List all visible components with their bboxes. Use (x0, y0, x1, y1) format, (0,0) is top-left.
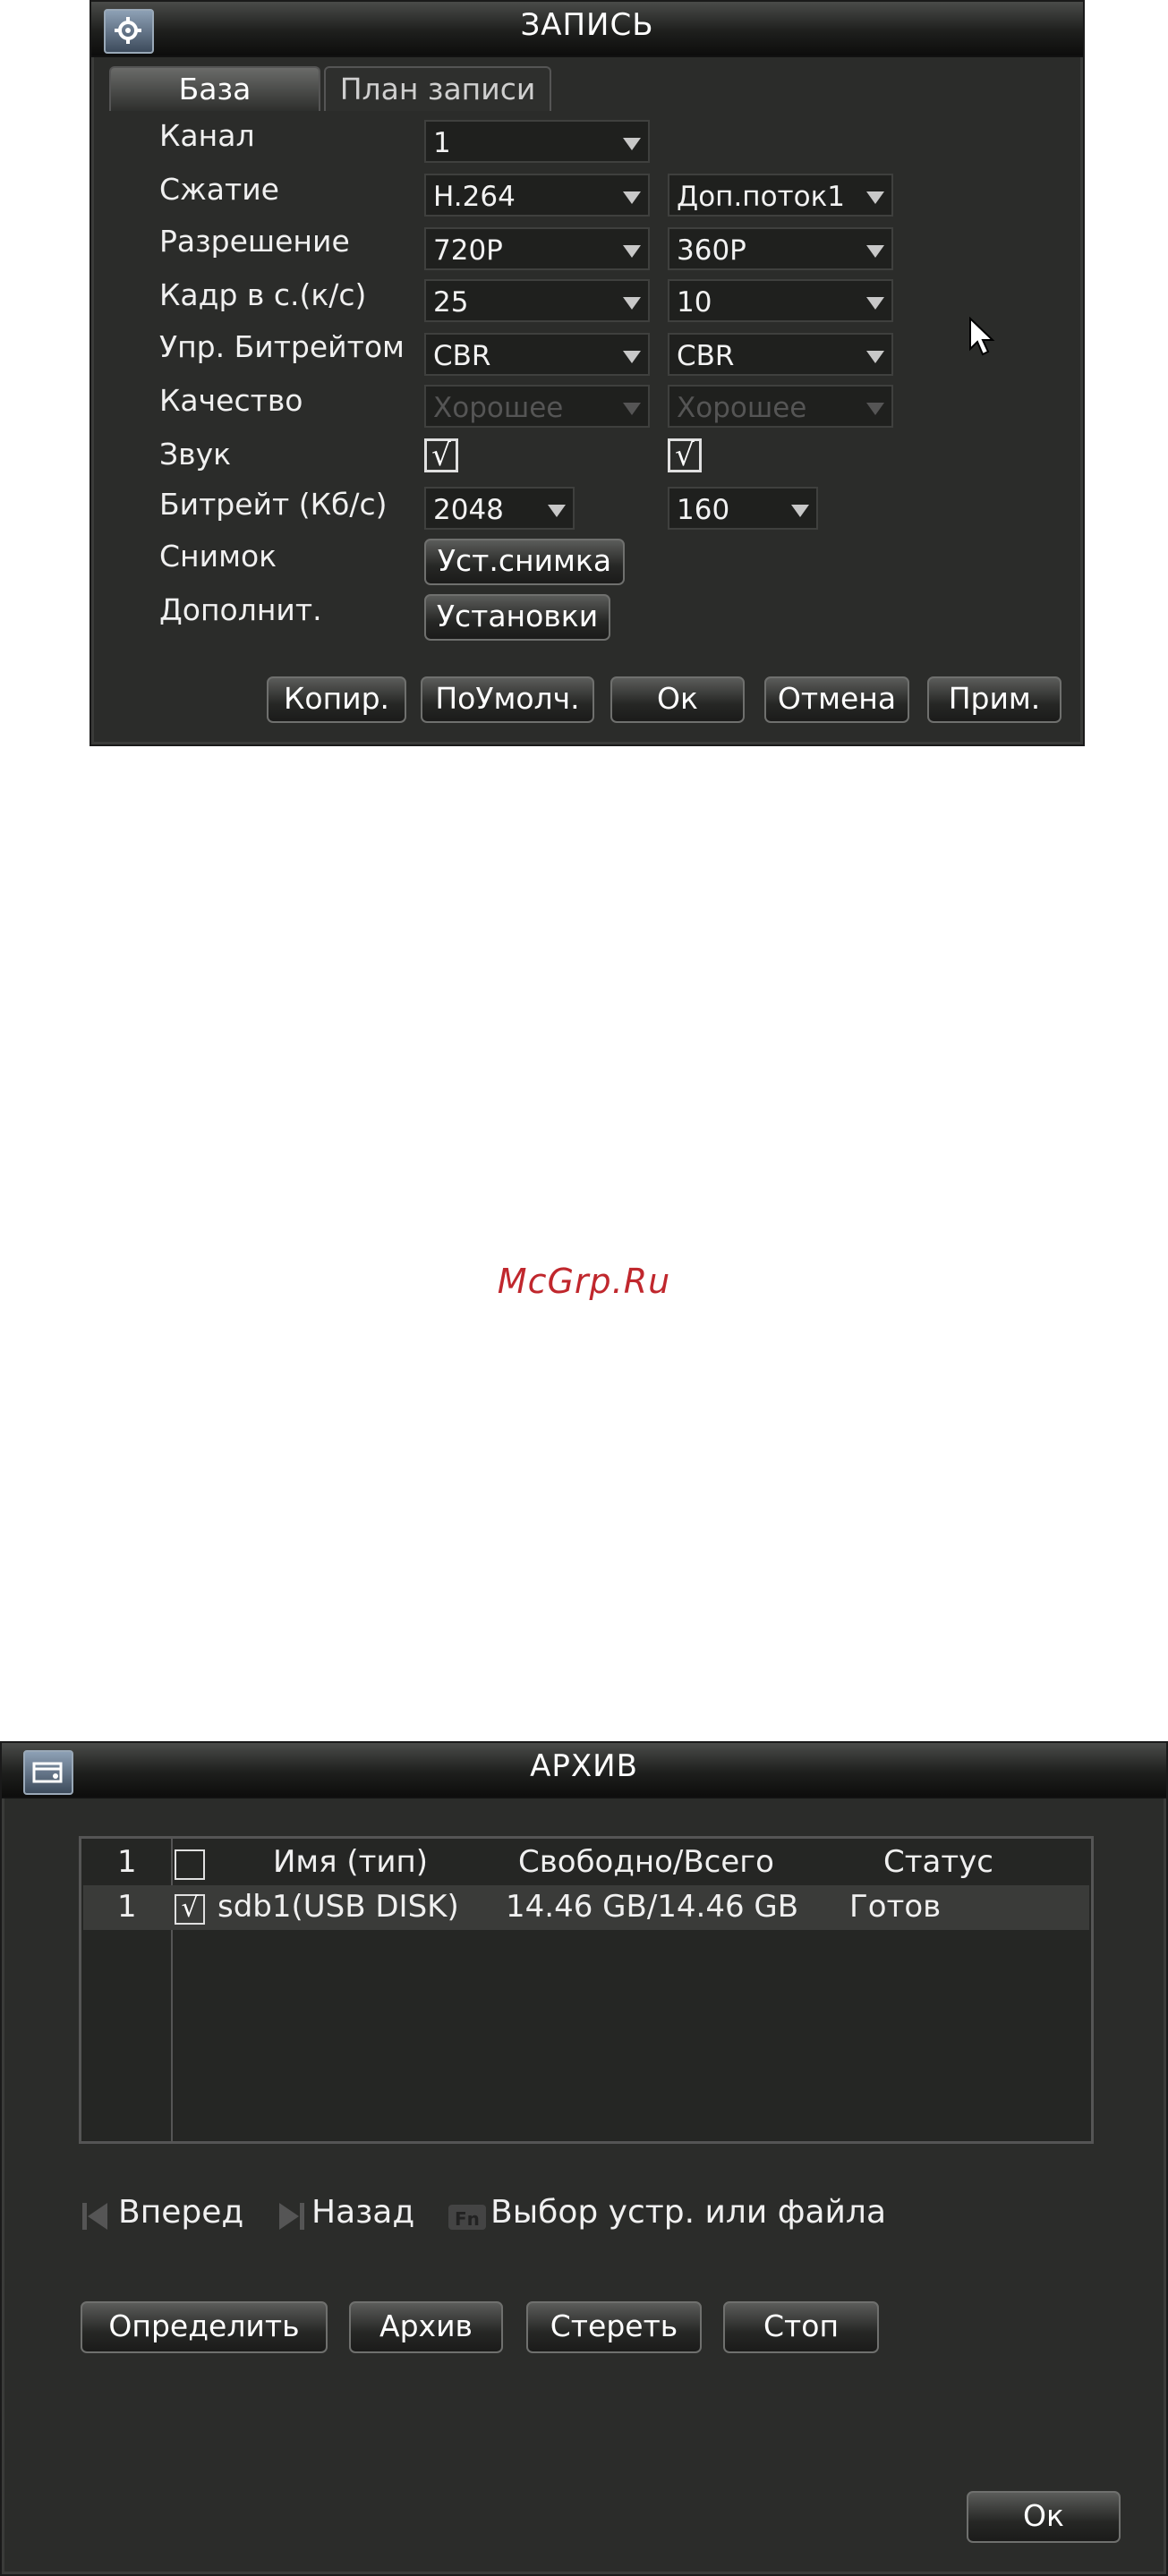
compression-main-select[interactable]: H.264 (424, 174, 650, 217)
table-row-checkbox[interactable]: √ (175, 1894, 205, 1925)
bitrate-control-extra-value: CBR (677, 340, 735, 372)
detect-button[interactable]: Определить (81, 2301, 328, 2353)
skip-forward-icon (279, 2203, 304, 2230)
resolution-main-select[interactable]: 720P (424, 227, 650, 270)
bitrate-control-label: Упр. Битрейтом (159, 329, 405, 364)
channel-value: 1 (433, 127, 451, 159)
hint-forward: Вперед (118, 2194, 244, 2231)
header-num: 1 (117, 1844, 137, 1880)
svg-text:Fn: Fn (455, 2208, 480, 2230)
compression-main-value: H.264 (433, 181, 516, 213)
fps-extra-value: 10 (677, 286, 712, 319)
bitrate-control-extra-select[interactable]: CBR (668, 333, 893, 376)
resolution-main-value: 720P (433, 234, 503, 267)
table-row-free-total: 14.46 GB/14.46 GB (506, 1889, 799, 1925)
table-column-divider (171, 1839, 173, 2141)
bitrate-extra-select[interactable]: 160 (668, 487, 818, 530)
chevron-down-icon (623, 403, 641, 415)
record-dialog-title: ЗАПИСЬ (520, 7, 654, 43)
resolution-extra-select[interactable]: 360P (668, 227, 893, 270)
ok-button[interactable]: Ок (610, 676, 745, 723)
archive-titlebar: АРХИВ (2, 1743, 1166, 1798)
compression-extra-value: Доп.поток1 (677, 181, 846, 213)
archive-ok-button[interactable]: Ок (967, 2491, 1121, 2543)
watermark: McGrp.Ru (497, 1262, 671, 1301)
channel-label: Канал (159, 118, 255, 153)
bitrate-control-main-value: CBR (433, 340, 491, 372)
chevron-down-icon (623, 191, 641, 204)
hint-back: Назад (311, 2194, 415, 2231)
compression-label: Сжатие (159, 172, 279, 207)
chevron-down-icon (866, 191, 884, 204)
tab-base[interactable]: База (109, 66, 320, 111)
record-titlebar: ЗАПИСЬ (91, 2, 1083, 57)
skip-back-icon (82, 2203, 107, 2230)
header-status: Статус (883, 1844, 994, 1880)
mouse-cursor-icon (969, 317, 995, 356)
bitrate-main-select[interactable]: 2048 (424, 487, 575, 530)
record-dialog: ЗАПИСЬ База План записи Канал 1 Сжатие H… (90, 0, 1085, 746)
chevron-down-icon (623, 297, 641, 310)
copy-button[interactable]: Копир. (267, 676, 406, 723)
chevron-down-icon (866, 245, 884, 258)
bitrate-control-main-select[interactable]: CBR (424, 333, 650, 376)
archive-button[interactable]: Архив (349, 2301, 503, 2353)
audio-label: Звук (159, 437, 232, 472)
fps-extra-select[interactable]: 10 (668, 279, 893, 322)
table-row-name[interactable]: sdb1(USB DISK) (217, 1889, 459, 1925)
hint-select: Выбор устр. или файла (490, 2194, 887, 2231)
audio-extra-checkbox[interactable]: √ (668, 438, 702, 472)
resolution-label: Разрешение (159, 224, 350, 259)
default-button[interactable]: ПоУмолч. (421, 676, 594, 723)
quality-main-value: Хорошее (433, 392, 564, 424)
chevron-down-icon (623, 138, 641, 150)
advanced-settings-button[interactable]: Установки (424, 594, 610, 641)
header-free-total: Свободно/Всего (518, 1844, 774, 1880)
select-all-checkbox[interactable] (175, 1849, 205, 1880)
quality-extra-select: Хорошее (668, 385, 893, 428)
table-row-num: 1 (117, 1889, 137, 1925)
compression-extra-select[interactable]: Доп.поток1 (668, 174, 893, 217)
bitrate-main-value: 2048 (433, 494, 504, 526)
fps-main-select[interactable]: 25 (424, 279, 650, 322)
chevron-down-icon (866, 403, 884, 415)
quality-label: Качество (159, 383, 303, 418)
archive-device-table: 1 Имя (тип) Свободно/Всего Статус 1 √ sd… (79, 1836, 1094, 2144)
header-name: Имя (тип) (273, 1844, 429, 1880)
snapshot-label: Снимок (159, 539, 277, 574)
bitrate-extra-value: 160 (677, 494, 730, 526)
resolution-extra-value: 360P (677, 234, 746, 267)
channel-select[interactable]: 1 (424, 120, 650, 163)
quality-main-select: Хорошее (424, 385, 650, 428)
tab-record-schedule[interactable]: План записи (324, 66, 551, 111)
fps-main-value: 25 (433, 286, 469, 319)
chevron-down-icon (548, 505, 566, 517)
chevron-down-icon (791, 505, 809, 517)
cancel-button[interactable]: Отмена (764, 676, 909, 723)
stop-button[interactable]: Стоп (723, 2301, 879, 2353)
archive-dialog-title: АРХИВ (530, 1748, 638, 1784)
advanced-label: Дополнит. (159, 592, 322, 627)
bitrate-label: Битрейт (Кб/с) (159, 487, 388, 522)
erase-button[interactable]: Стереть (526, 2301, 702, 2353)
table-row-status: Готов (849, 1889, 942, 1925)
fn-key-icon: Fn (448, 2205, 486, 2230)
apply-button[interactable]: Прим. (927, 676, 1061, 723)
fps-label: Кадр в с.(к/с) (159, 277, 367, 312)
chevron-down-icon (623, 245, 641, 258)
chevron-down-icon (623, 351, 641, 363)
chevron-down-icon (866, 297, 884, 310)
snapshot-settings-button[interactable]: Уст.снимка (424, 539, 625, 585)
quality-extra-value: Хорошее (677, 392, 807, 424)
audio-main-checkbox[interactable]: √ (424, 438, 458, 472)
chevron-down-icon (866, 351, 884, 363)
